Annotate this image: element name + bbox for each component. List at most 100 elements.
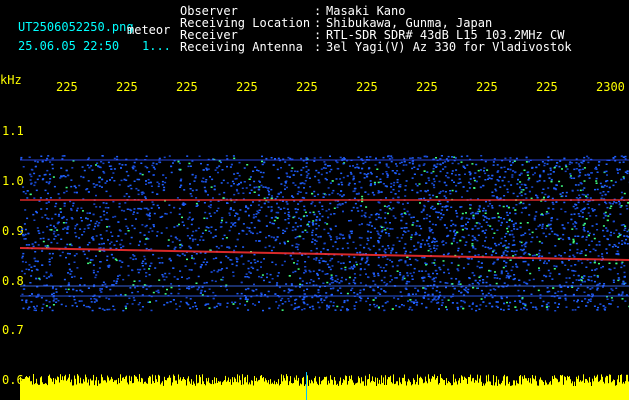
noise-dot xyxy=(424,270,427,272)
noise-dot xyxy=(299,225,302,227)
noise-dot xyxy=(477,234,480,236)
noise-dot xyxy=(340,292,343,294)
noise-dot xyxy=(329,259,332,262)
noise-dot xyxy=(21,255,24,258)
level-bar-column xyxy=(209,382,210,400)
noise-dot xyxy=(625,205,628,207)
noise-dot xyxy=(521,207,524,210)
noise-dot xyxy=(161,274,164,276)
noise-dot xyxy=(379,209,382,211)
noise-dot xyxy=(348,276,351,279)
level-bar-column xyxy=(42,382,43,400)
noise-dot xyxy=(292,182,295,184)
noise-dot xyxy=(387,233,390,235)
noise-dot xyxy=(332,281,335,284)
noise-dot xyxy=(463,288,466,291)
noise-dot xyxy=(299,277,302,280)
noise-dot xyxy=(513,274,516,276)
noise-dot xyxy=(49,224,52,226)
noise-dot xyxy=(225,221,228,224)
noise-dot xyxy=(102,210,105,213)
noise-dot xyxy=(426,171,429,173)
noise-dot xyxy=(407,300,409,302)
noise-dot xyxy=(38,175,41,177)
noise-dot xyxy=(491,191,494,193)
noise-dot xyxy=(468,257,471,260)
noise-dot xyxy=(440,212,442,215)
noise-dot xyxy=(581,281,584,283)
noise-dot xyxy=(69,273,72,275)
noise-dot xyxy=(504,249,507,252)
noise-dot xyxy=(277,272,280,274)
noise-dot xyxy=(616,273,619,275)
noise-dot xyxy=(189,188,192,190)
noise-dot xyxy=(247,260,250,262)
noise-dot xyxy=(470,308,473,310)
noise-dot xyxy=(105,202,108,205)
noise-dot xyxy=(250,231,253,234)
noise-dot xyxy=(400,219,403,222)
noise-dot xyxy=(194,177,197,179)
noise-dot xyxy=(594,167,597,170)
noise-dot xyxy=(182,202,185,204)
level-bar-column xyxy=(178,374,179,400)
level-bar-column xyxy=(358,376,359,400)
noise-dot xyxy=(233,157,236,160)
noise-dot xyxy=(543,260,546,262)
noise-dot xyxy=(149,301,151,303)
noise-dot xyxy=(435,269,438,272)
noise-dot xyxy=(490,254,493,256)
noise-dot xyxy=(49,274,52,277)
noise-dot xyxy=(370,183,373,185)
noise-dot xyxy=(335,178,338,180)
noise-dot xyxy=(474,172,477,174)
noise-dot xyxy=(439,170,442,173)
noise-dot xyxy=(511,233,514,236)
noise-dot xyxy=(602,217,605,219)
noise-dot xyxy=(475,163,478,166)
noise-dot xyxy=(334,225,337,227)
noise-dot xyxy=(449,230,452,232)
time-tick-label: 225 xyxy=(116,80,138,94)
noise-dot xyxy=(616,250,619,252)
noise-dot xyxy=(459,239,462,242)
noise-dot xyxy=(76,223,79,226)
noise-dot xyxy=(355,193,358,195)
noise-dot xyxy=(462,166,465,168)
noise-dot xyxy=(299,200,302,203)
noise-dot xyxy=(201,286,204,288)
noise-dot xyxy=(244,276,247,278)
noise-dot xyxy=(110,231,112,234)
level-bar-column xyxy=(268,380,269,400)
noise-dot xyxy=(549,272,552,275)
level-bar-column xyxy=(281,374,282,400)
noise-dot xyxy=(183,254,186,257)
noise-dot xyxy=(296,225,299,228)
noise-dot xyxy=(339,309,342,311)
noise-dot xyxy=(344,201,347,204)
noise-dot xyxy=(80,217,82,219)
noise-dot xyxy=(460,161,463,163)
noise-dot xyxy=(460,292,463,294)
level-bar-column xyxy=(249,382,250,400)
noise-dot xyxy=(141,294,144,296)
noise-dot xyxy=(315,257,318,259)
noise-dot xyxy=(248,192,251,194)
noise-dot xyxy=(489,203,492,205)
noise-dot xyxy=(617,246,620,248)
noise-dot xyxy=(294,170,296,172)
noise-dot xyxy=(352,268,354,270)
level-bar-column xyxy=(363,381,364,400)
app-brand: HROFFT xyxy=(48,1,143,16)
noise-dot xyxy=(279,299,282,302)
noise-dot xyxy=(236,172,239,174)
noise-dot xyxy=(233,201,236,203)
noise-dot xyxy=(162,275,165,278)
level-bar-column xyxy=(118,378,119,400)
noise-dot xyxy=(252,267,255,270)
noise-dot xyxy=(433,259,436,261)
noise-dot xyxy=(41,250,44,252)
level-bar-column xyxy=(151,383,152,400)
noise-dot xyxy=(184,265,187,267)
noise-dot xyxy=(294,208,297,210)
